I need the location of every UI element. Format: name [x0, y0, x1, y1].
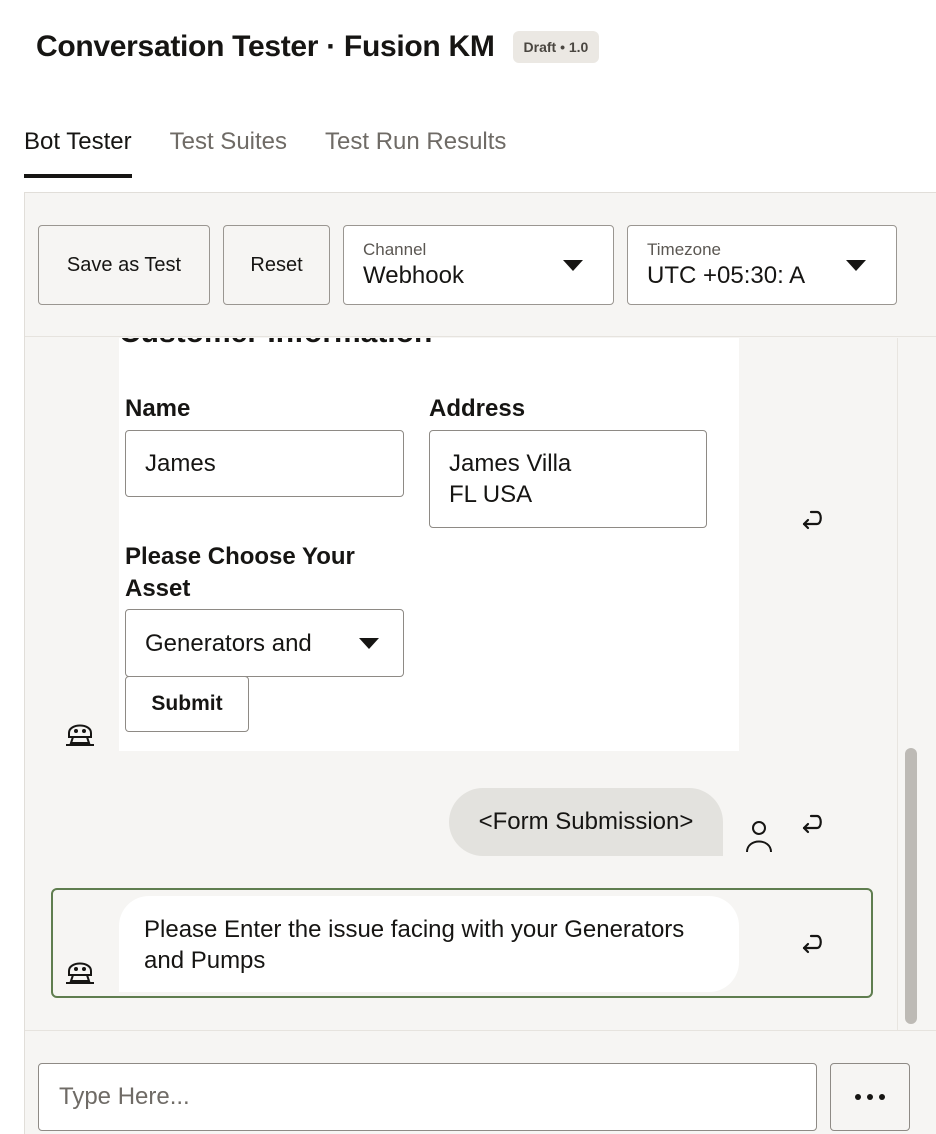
chevron-down-icon — [563, 260, 583, 271]
tab-test-suites[interactable]: Test Suites — [170, 130, 287, 178]
address-field[interactable]: James Villa FL USA — [429, 430, 707, 528]
address-line-2: FL USA — [449, 481, 533, 508]
address-line-1: James Villa — [449, 450, 572, 477]
bot-message-bubble: Please Enter the issue facing with your … — [119, 896, 739, 992]
bot-avatar-icon — [62, 714, 98, 750]
status-badge: Draft • 1.0 — [512, 31, 600, 63]
more-options-button[interactable] — [830, 1063, 910, 1131]
toolbar: Save as Test Reset Channel Webhook Timez… — [25, 193, 936, 337]
form-submit-button[interactable]: Submit — [125, 676, 249, 732]
timezone-value: UTC +05:30: A — [647, 262, 806, 289]
timezone-label: Timezone — [647, 240, 722, 259]
return-arrow-icon[interactable] — [795, 502, 829, 536]
asset-label-line-1: Please Choose Your — [125, 543, 355, 570]
timezone-select[interactable]: Timezone UTC +05:30: A — [627, 225, 897, 305]
bot-avatar-icon — [62, 952, 98, 988]
asset-label-line-2: Asset — [125, 575, 191, 602]
return-arrow-icon[interactable] — [795, 926, 829, 960]
tab-bot-tester[interactable]: Bot Tester — [24, 130, 132, 178]
tab-bar: Bot Tester Test Suites Test Run Results — [24, 130, 506, 178]
reset-button[interactable]: Reset — [223, 225, 330, 305]
channel-select[interactable]: Channel Webhook — [343, 225, 614, 305]
user-message-bubble: <Form Submission> — [449, 788, 723, 856]
address-label: Address — [429, 395, 526, 422]
ellipsis-icon — [853, 1088, 887, 1106]
bot-tester-panel: Save as Test Reset Channel Webhook Timez… — [24, 192, 936, 1134]
channel-value: Webhook — [363, 262, 464, 289]
asset-value: Generators and — [145, 629, 312, 657]
return-arrow-icon[interactable] — [795, 806, 829, 840]
name-label: Name — [125, 395, 191, 422]
form-heading: Customer Information — [119, 338, 432, 350]
chevron-down-icon — [359, 638, 379, 649]
page-header: Conversation Tester · Fusion KM Draft • … — [36, 30, 600, 64]
scrollbar-thumb[interactable] — [905, 748, 917, 1024]
asset-select[interactable]: Generators and — [125, 609, 404, 677]
asset-label: Please Choose Your Asset — [125, 541, 355, 605]
tab-test-run-results[interactable]: Test Run Results — [325, 130, 506, 178]
name-value: James — [145, 450, 216, 477]
message-input[interactable] — [38, 1063, 817, 1131]
name-field[interactable]: James — [125, 430, 404, 497]
save-as-test-button[interactable]: Save as Test — [38, 225, 210, 305]
conversation-area[interactable]: Customer Information Name James Address … — [25, 338, 936, 1030]
message-composer — [25, 1030, 936, 1134]
chevron-down-icon — [846, 260, 866, 271]
page-title: Conversation Tester · Fusion KM — [36, 30, 495, 63]
channel-label: Channel — [363, 240, 427, 259]
user-avatar-icon — [741, 816, 777, 856]
